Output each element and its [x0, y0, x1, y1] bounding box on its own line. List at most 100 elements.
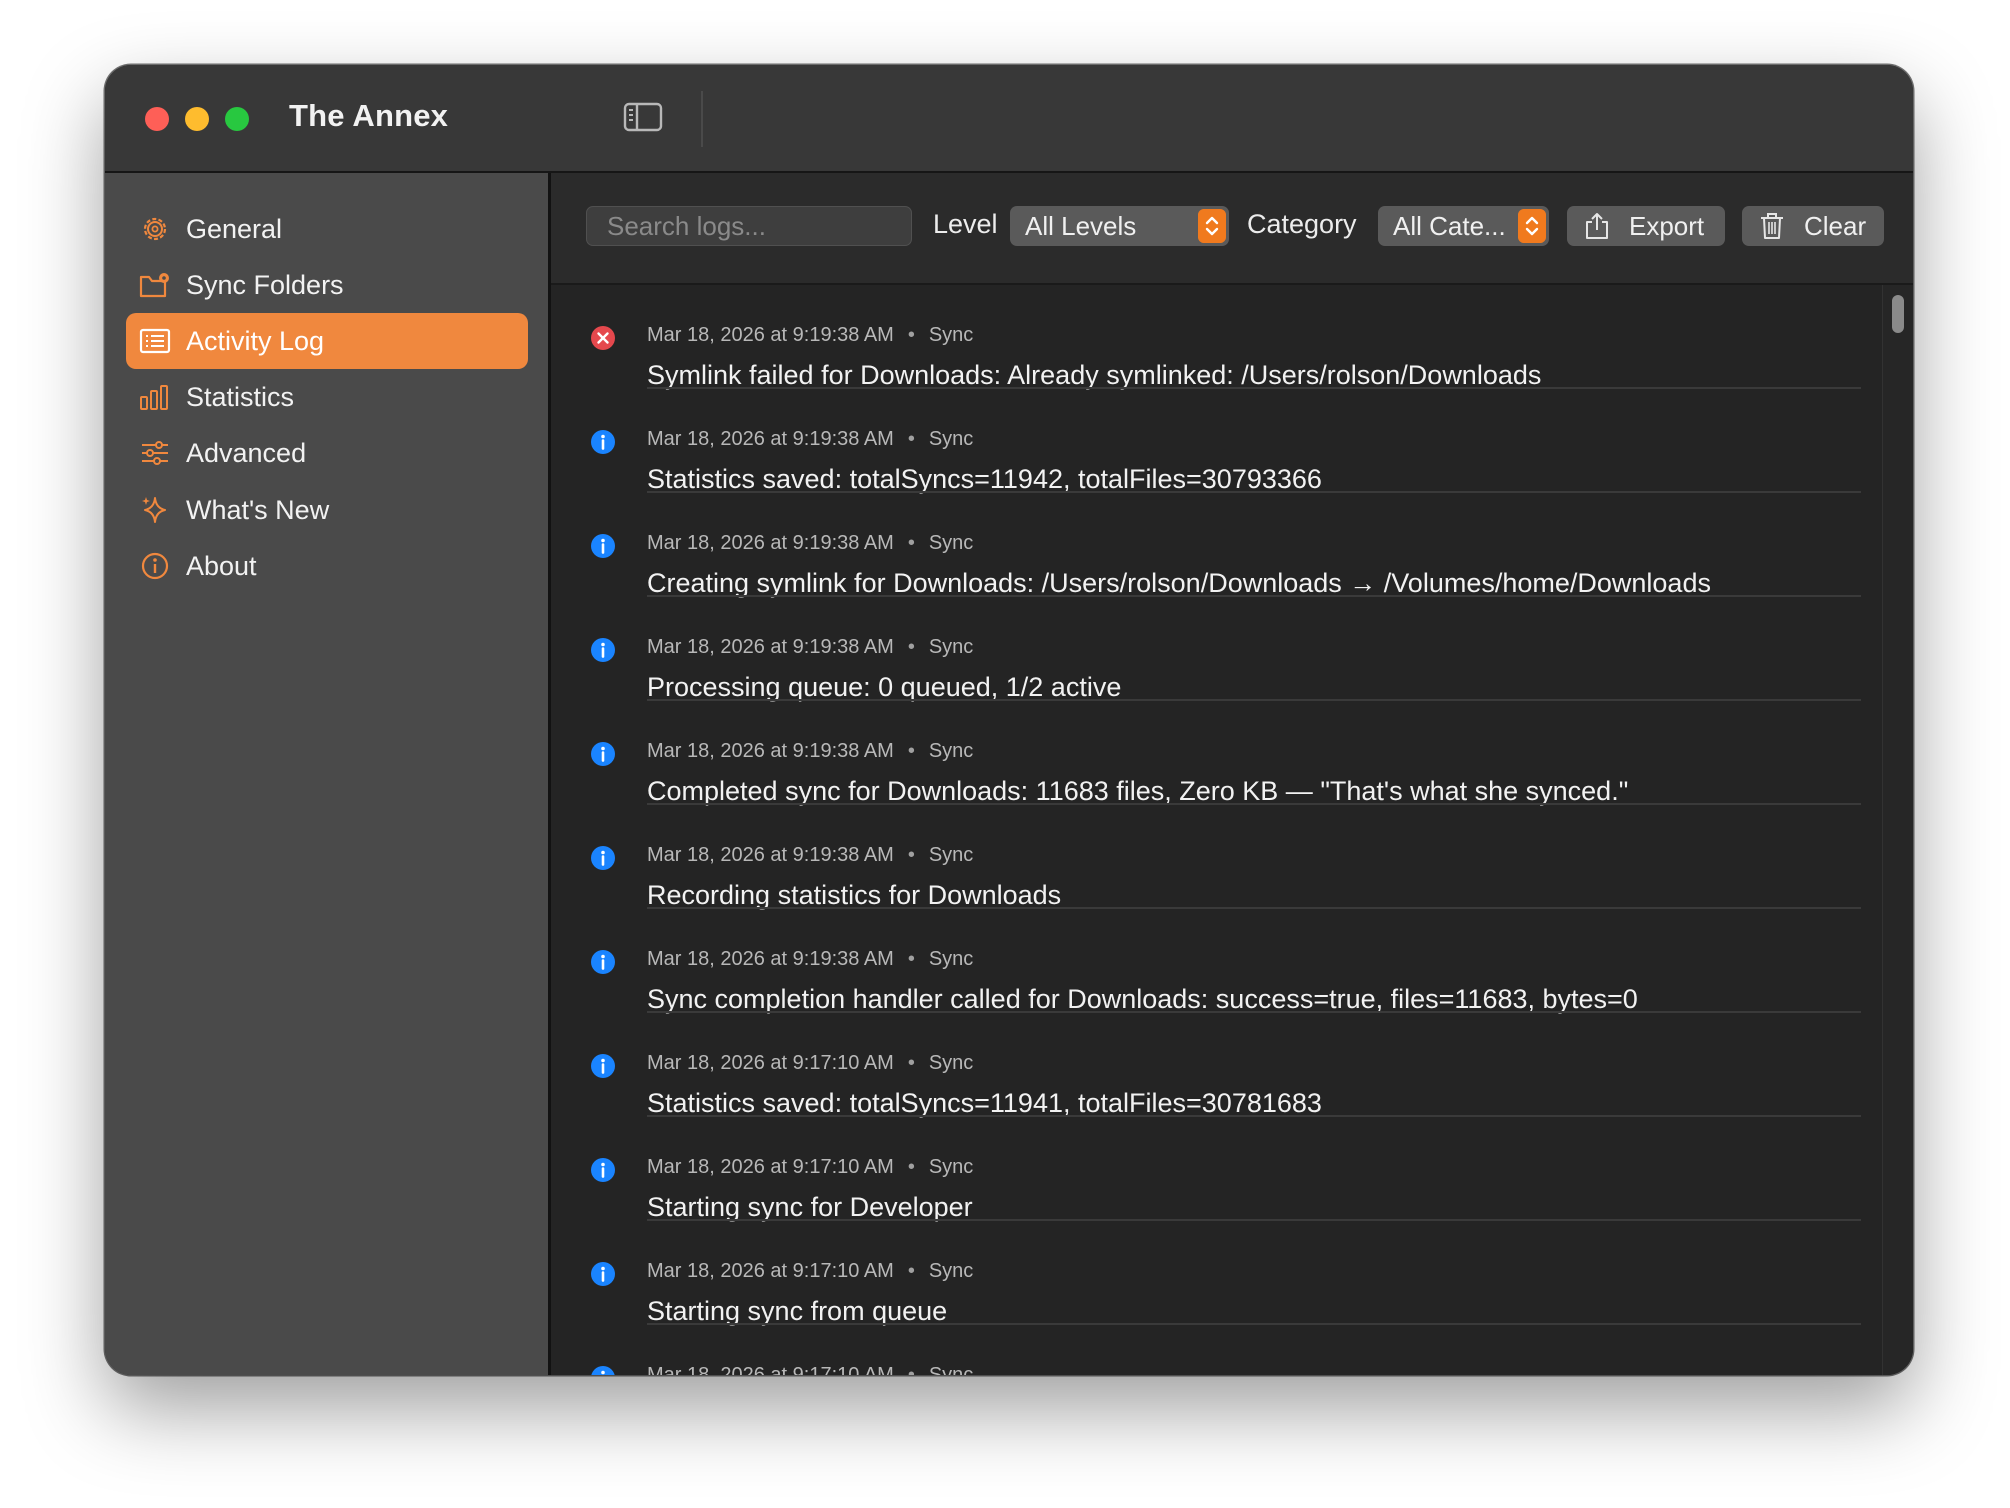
log-category: Sync	[928, 1260, 974, 1282]
sidebar-toggle-icon[interactable]	[623, 101, 663, 133]
log-meta: Mar 18, 2026 at 9:19:38 AM • Sync	[647, 324, 974, 346]
sidebar-item-activity-log[interactable]: Activity Log	[126, 313, 528, 369]
error-icon	[591, 326, 615, 350]
log-entry[interactable]: Mar 18, 2026 at 9:19:38 AM • Sync Statisti…	[551, 389, 1861, 494]
log-entry[interactable]: Mar 18, 2026 at 9:19:38 AM • Sync Recordin…	[551, 805, 1861, 910]
gear-icon	[143, 217, 167, 241]
trash-icon	[1761, 213, 1783, 239]
window-title: The Annex	[289, 98, 449, 133]
log-list[interactable]: Mar 18, 2026 at 9:19:38 AM • Sync Symlink …	[551, 285, 1913, 1375]
log-category: Sync	[928, 740, 974, 762]
log-meta: Mar 18, 2026 at 9:19:38 AM • Sync	[647, 740, 974, 762]
bar-chart-icon	[140, 385, 168, 410]
log-timestamp: Mar 18, 2026 at 9:19:38 AM	[647, 636, 894, 658]
log-category: Sync	[928, 948, 974, 970]
log-timestamp: Mar 18, 2026 at 9:17:10 AM	[647, 1156, 894, 1178]
log-meta: Mar 18, 2026 at 9:19:38 AM • Sync	[647, 532, 974, 554]
info-circle-icon	[141, 552, 169, 580]
log-entry[interactable]: Mar 18, 2026 at 9:19:38 AM • Sync Sync com…	[551, 909, 1861, 1014]
titlebar-divider	[701, 91, 703, 147]
sliders-icon	[142, 441, 168, 465]
log-meta: Mar 18, 2026 at 9:17:10 AM • Sync	[647, 1364, 973, 1375]
info-icon	[591, 1054, 615, 1078]
log-meta: Mar 18, 2026 at 9:19:38 AM • Sync	[647, 844, 974, 866]
log-category: Sync	[928, 636, 974, 658]
log-timestamp: Mar 18, 2026 at 9:19:38 AM	[647, 532, 894, 554]
log-category: Sync	[928, 1052, 974, 1074]
sidebar-item-label: About	[186, 551, 257, 581]
log-category: Sync	[928, 532, 974, 554]
log-timestamp: Mar 18, 2026 at 9:17:10 AM	[647, 1260, 894, 1282]
info-icon	[591, 430, 615, 454]
level-select-value: All Levels	[1025, 211, 1137, 241]
log-category: Sync	[928, 844, 974, 866]
folder-gear-icon	[139, 273, 169, 298]
log-entry[interactable]: Mar 18, 2026 at 9:17:10 AM • Sync Starting…	[551, 1117, 1861, 1222]
log-timestamp: Mar 18, 2026 at 9:17:10 AM	[647, 1052, 894, 1074]
log-timestamp: Mar 18, 2026 at 9:17:10 AM	[647, 1364, 894, 1375]
close-button[interactable]	[145, 107, 169, 131]
vertical-scrollbar[interactable]	[1882, 285, 1913, 1375]
toolbar: Level All Levels Category All Cate...	[551, 173, 1913, 285]
app-window: The Annex General Sync Folders Activity …	[105, 65, 1913, 1375]
level-label: Level	[933, 209, 998, 239]
info-icon	[591, 846, 615, 870]
category-select[interactable]: All Cate...	[1378, 206, 1549, 246]
log-timestamp: Mar 18, 2026 at 9:19:38 AM	[647, 428, 894, 450]
info-icon	[591, 742, 615, 766]
chevron-up-down-icon	[1518, 209, 1546, 243]
category-label: Category	[1247, 209, 1357, 239]
log-entry[interactable]: Mar 18, 2026 at 9:19:38 AM • Sync Creating…	[551, 493, 1861, 598]
title-bar: The Annex	[105, 65, 1913, 173]
minimize-button[interactable]	[185, 107, 209, 131]
info-icon	[591, 1158, 615, 1182]
chevron-up-down-icon	[1198, 209, 1226, 243]
sidebar-item-label: Sync Folders	[186, 270, 344, 300]
search-input[interactable]	[586, 206, 912, 246]
log-category: Sync	[928, 1364, 974, 1375]
log-entry[interactable]: Mar 18, 2026 at 9:17:10 AM • Sync Starting…	[551, 1221, 1861, 1326]
log-meta: Mar 18, 2026 at 9:17:10 AM • Sync	[647, 1156, 974, 1178]
sidebar-item-statistics[interactable]: Statistics	[126, 369, 528, 425]
log-category: Sync	[928, 1156, 974, 1178]
info-icon	[591, 534, 615, 558]
export-button-label: Export	[1629, 211, 1705, 241]
sidebar-item-whats-new[interactable]: What's New	[126, 482, 528, 538]
sidebar-item-advanced[interactable]: Advanced	[126, 425, 528, 481]
main-content: Level All Levels Category All Cate...	[551, 173, 1913, 1375]
log-entry[interactable]: Mar 18, 2026 at 9:17:10 AM • Sync Statisti…	[551, 1013, 1861, 1118]
export-button[interactable]: Export	[1567, 206, 1725, 246]
sidebar-item-sync-folders[interactable]: Sync Folders	[126, 257, 528, 313]
log-category: Sync	[928, 428, 974, 450]
sidebar-item-general[interactable]: General	[126, 201, 528, 257]
level-select[interactable]: All Levels	[1010, 206, 1229, 246]
log-timestamp: Mar 18, 2026 at 9:19:38 AM	[647, 844, 894, 866]
log-meta: Mar 18, 2026 at 9:19:38 AM • Sync	[647, 948, 974, 970]
sidebar-item-label: Advanced	[186, 438, 307, 468]
log-meta: Mar 18, 2026 at 9:17:10 AM • Sync	[647, 1052, 974, 1074]
category-select-value: All Cate...	[1393, 211, 1506, 241]
log-entry[interactable]: Mar 18, 2026 at 9:19:38 AM • Sync Processi…	[551, 597, 1861, 702]
list-icon	[139, 328, 171, 354]
log-entry[interactable]: Mar 18, 2026 at 9:17:10 AM • Sync	[551, 1325, 1861, 1375]
log-timestamp: Mar 18, 2026 at 9:19:38 AM	[647, 948, 894, 970]
share-icon	[1586, 213, 1608, 239]
sidebar-item-label: What's New	[186, 495, 330, 525]
scroll-thumb[interactable]	[1892, 295, 1904, 333]
log-meta: Mar 18, 2026 at 9:19:38 AM • Sync	[647, 636, 974, 658]
sparkles-icon	[142, 497, 166, 523]
sidebar-item-label: Activity Log	[186, 326, 325, 356]
info-icon	[591, 1262, 615, 1286]
log-timestamp: Mar 18, 2026 at 9:19:38 AM	[647, 324, 894, 346]
log-category: Sync	[928, 324, 974, 346]
log-timestamp: Mar 18, 2026 at 9:19:38 AM	[647, 740, 894, 762]
info-icon	[591, 638, 615, 662]
log-entry[interactable]: Mar 18, 2026 at 9:19:38 AM • Sync Symlink …	[551, 285, 1861, 390]
log-entry[interactable]: Mar 18, 2026 at 9:19:38 AM • Sync Complete…	[551, 701, 1861, 806]
sidebar-item-about[interactable]: About	[126, 538, 528, 594]
clear-button[interactable]: Clear	[1742, 206, 1884, 246]
zoom-button[interactable]	[225, 107, 249, 131]
info-icon	[591, 1366, 615, 1375]
sidebar-item-label: Statistics	[186, 382, 295, 412]
sidebar-item-label: General	[186, 214, 283, 244]
